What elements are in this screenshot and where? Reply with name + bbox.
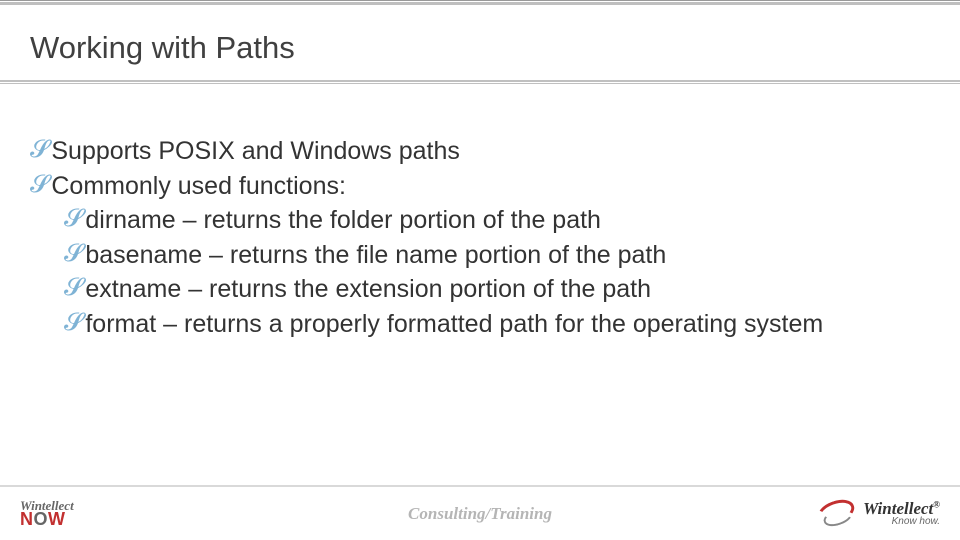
bullet-item-sub: 𝓢 format – returns a properly formatted … <box>64 308 930 341</box>
footer-center-text: Consulting/Training <box>408 504 552 524</box>
bullet-icon: 𝓢 <box>30 170 49 199</box>
bullet-text: extname – returns the extension portion … <box>85 273 651 306</box>
bullet-icon: 𝓢 <box>64 204 83 233</box>
bullet-text: Supports POSIX and Windows paths <box>51 135 460 168</box>
logo-right-name: Wintellect® <box>863 500 940 517</box>
bullet-text: dirname – returns the folder portion of … <box>85 204 601 237</box>
bullet-item: 𝓢 Commonly used functions: <box>30 170 930 203</box>
bullet-icon: 𝓢 <box>30 135 49 164</box>
bullet-item-sub: 𝓢 basename – returns the file name porti… <box>64 239 930 272</box>
bullet-icon: 𝓢 <box>64 239 83 268</box>
title-underline <box>0 80 960 83</box>
bullet-text: Commonly used functions: <box>51 170 346 203</box>
swoosh-icon <box>817 499 857 529</box>
bullet-item: 𝓢 Supports POSIX and Windows paths <box>30 135 930 168</box>
logo-left-now: NOW <box>20 511 74 527</box>
logo-wintellect: Wintellect® Know how. <box>817 499 940 529</box>
footer: Wintellect NOW Consulting/Training Winte… <box>0 485 960 540</box>
bullet-item-sub: 𝓢 dirname – returns the folder portion o… <box>64 204 930 237</box>
header-decoration <box>0 0 960 6</box>
registered-mark: ® <box>933 499 940 509</box>
bullet-item-sub: 𝓢 extname – returns the extension portio… <box>64 273 930 306</box>
logo-right-text: Wintellect® Know how. <box>863 500 940 527</box>
bullet-text: format – returns a properly formatted pa… <box>85 308 823 341</box>
slide: Working with Paths 𝓢 Supports POSIX and … <box>0 0 960 540</box>
slide-title: Working with Paths <box>30 30 295 66</box>
bullet-icon: 𝓢 <box>64 273 83 302</box>
logo-wintellect-now: Wintellect NOW <box>20 500 74 528</box>
logo-right-tagline: Know how. <box>863 517 940 527</box>
bullet-icon: 𝓢 <box>64 308 83 337</box>
slide-content: 𝓢 Supports POSIX and Windows paths 𝓢 Com… <box>30 135 930 342</box>
bullet-text: basename – returns the file name portion… <box>85 239 666 272</box>
